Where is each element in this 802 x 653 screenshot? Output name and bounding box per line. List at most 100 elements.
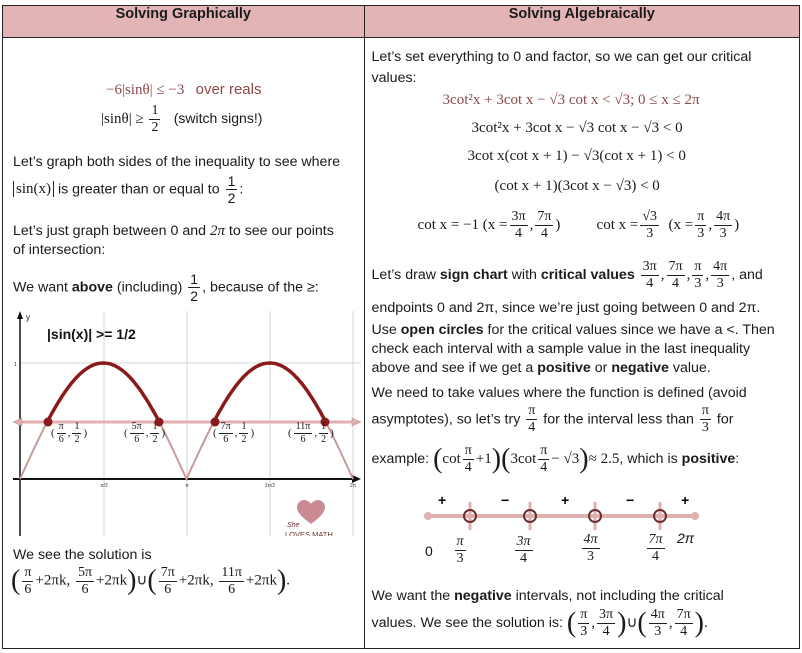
denominator: 4 xyxy=(464,460,472,475)
text: , and xyxy=(731,266,763,283)
x-tick-label: π/2 xyxy=(100,483,108,489)
endpoint-dot xyxy=(423,512,432,520)
p3-line2: values. We see the solution is: (π 3, 3π 4)… xyxy=(372,608,708,639)
denominator: 4 xyxy=(515,226,523,241)
denominator: 2 xyxy=(321,434,327,445)
text: Use xyxy=(371,322,397,338)
p2-line3: example: (cot π 4 +1)(3cot π 4− √3)≈ 2.5, whi… xyxy=(372,444,740,475)
critical-solution-1: cot x = −1 (x = 3π 4, 7π 4) xyxy=(417,209,561,241)
paren: ) xyxy=(276,565,287,596)
step1-lhs: |sinθ| ≥ xyxy=(101,110,144,127)
approx-value: ≈ 2.5 xyxy=(588,450,620,467)
paren: ( xyxy=(433,443,443,475)
text: example: xyxy=(371,450,430,467)
text: values. We see the solution is: xyxy=(371,614,563,631)
denominator: 6 xyxy=(164,581,172,597)
header-solving-algebraically: Solving Algebraically xyxy=(363,5,801,38)
bold-text: positive xyxy=(681,450,736,467)
numerator: 4π xyxy=(581,532,600,549)
equation-step2: 3cot²x + 3cot x − √3 cot x − √3 < 0 xyxy=(471,120,683,136)
numerator: 3π xyxy=(597,607,616,624)
sign-label: − xyxy=(626,492,634,508)
crit-label-7pi-4: 7π 4 xyxy=(645,533,667,564)
text: intervals, not including the critical xyxy=(515,588,724,604)
watermark-line1: She xyxy=(287,522,300,529)
text: : xyxy=(735,450,740,467)
p1-line3: Use open circles for the critical values… xyxy=(372,321,775,339)
text: value. xyxy=(672,360,711,376)
numerator: π xyxy=(578,607,590,624)
bold-text: open circles xyxy=(400,322,484,338)
term: +2πk, xyxy=(35,572,71,589)
endpoint-dot xyxy=(690,512,699,520)
denominator: 3 xyxy=(719,226,727,241)
numerator: √3 xyxy=(640,209,660,226)
sol2-mid: (x = xyxy=(668,216,694,233)
p1-line1: Let’s graph both sides of the inequality… xyxy=(13,154,341,170)
x-tick-label: 3π/2 xyxy=(265,483,276,489)
y-tick-label: 1 xyxy=(14,362,17,368)
solution-intro: We see the solution is xyxy=(13,547,152,563)
denominator: 4 xyxy=(520,551,528,566)
point-label-11pi-6: (11π 6, 1 2) xyxy=(288,421,334,445)
period: . xyxy=(703,614,708,631)
union-symbol: ∪ xyxy=(626,614,638,631)
numerator: 1 xyxy=(319,421,329,434)
denominator: 3 xyxy=(456,551,464,566)
numerator: 7π xyxy=(646,532,665,549)
p3-mid: (including) xyxy=(116,279,183,296)
header-solving-graphically: Solving Graphically xyxy=(2,5,365,38)
numerator: π xyxy=(22,564,34,582)
paren: ) xyxy=(127,565,137,596)
numerator: 4π xyxy=(714,209,733,226)
numerator: 5π xyxy=(129,421,144,434)
bold-text: negative xyxy=(454,588,512,604)
sign-label: + xyxy=(438,492,446,508)
bold-text: negative xyxy=(611,360,669,376)
equation-step3: 3cot x(cot x + 1) − √3(cot x + 1) < 0 xyxy=(467,148,686,164)
numerator: 5π xyxy=(75,564,95,582)
p2-line2: asymptotes), so let’s try π4 for the int… xyxy=(372,404,734,435)
sol1-text: cot x = −1 (x = xyxy=(417,216,508,233)
numerator: 7π xyxy=(674,607,693,624)
paren: ) xyxy=(694,607,704,639)
graph-title: |sin(x)| >= 1/2 xyxy=(47,326,136,342)
left-cell: −6|sinθ| ≤ −3 over reals |sinθ| ≥ 12 (sw… xyxy=(2,37,365,649)
numerator: 1 xyxy=(225,173,238,190)
numerator: π xyxy=(526,403,538,420)
paren: ( xyxy=(637,607,647,639)
p3-fraction: 12 xyxy=(188,272,201,303)
problem-note: over reals xyxy=(195,81,262,98)
denominator: 3 xyxy=(716,276,724,291)
point-label-5pi-6: (5π 6, 1 2) xyxy=(124,421,166,445)
paren: ) xyxy=(579,443,589,475)
numerator: 7π xyxy=(535,209,554,226)
term: +2πk xyxy=(96,572,128,589)
x-tick-label: 2π xyxy=(350,483,357,489)
final-solution: (π 3, 3π 4)∪(4π 3, 7π 4). xyxy=(566,607,708,639)
step1-inequality: |sinθ| ≥ 12 (switch signs!) xyxy=(101,104,262,135)
numerator: π xyxy=(462,443,474,460)
sign-label: + xyxy=(681,492,689,508)
numerator: 4π xyxy=(648,607,667,624)
problem-statement: −6|sinθ| ≤ −3 over reals xyxy=(106,81,261,99)
step1-note: (switch signs!) xyxy=(173,109,263,126)
numerator: 3π xyxy=(514,534,533,551)
p1-end: : xyxy=(239,181,244,198)
numerator: 1 xyxy=(72,421,82,434)
denominator: 3 xyxy=(697,226,705,241)
denominator: 6 xyxy=(58,434,64,445)
right-cell: Let’s set everything to 0 and factor, so… xyxy=(363,37,801,649)
denominator: 3 xyxy=(701,420,709,435)
text: for the interval less than xyxy=(543,411,694,428)
p2-line2: of intersection: xyxy=(13,242,106,258)
bold-text: sign chart xyxy=(439,266,508,283)
numerator: π xyxy=(699,403,711,420)
sample-expression: (cot π 4 +1)(3cot π 4− √3)≈ 2.5 xyxy=(433,444,620,475)
denominator: 2 xyxy=(151,120,159,135)
p1-line2: sin(x) is greater than or equal to 12: xyxy=(13,174,243,205)
crit-label-4pi-3: 4π 3 xyxy=(580,533,602,564)
numerator: 1 xyxy=(149,103,161,120)
sign-label: − xyxy=(501,492,509,508)
text: , which is xyxy=(619,450,678,467)
